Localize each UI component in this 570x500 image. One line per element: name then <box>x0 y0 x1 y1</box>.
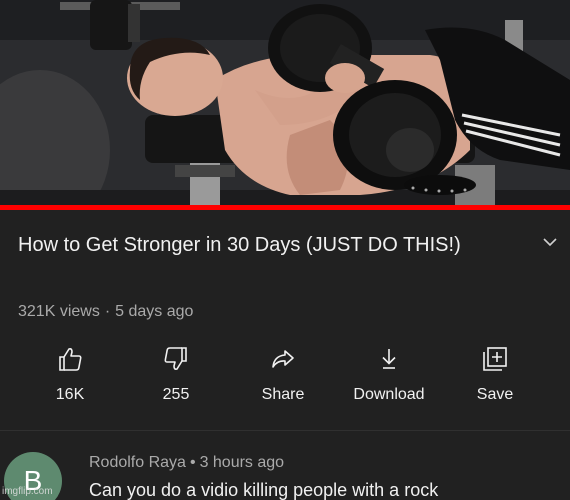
section-divider <box>0 430 570 431</box>
video-frame-image <box>0 0 570 210</box>
action-bar: 16K 255 Share Download Save <box>0 340 570 420</box>
thumbs-down-icon <box>164 347 187 370</box>
video-title: How to Get Stronger in 30 Days (JUST DO … <box>18 234 461 256</box>
comment-header: Rodolfo Raya • 3 hours ago <box>89 454 284 472</box>
dislike-button[interactable]: 255 <box>131 340 221 420</box>
video-progress-fill <box>0 205 570 210</box>
comment-timestamp: 3 hours ago <box>199 454 285 471</box>
save-label: Save <box>476 386 514 403</box>
thumbs-up-icon <box>59 348 82 371</box>
video-meta: 321K views · 5 days ago <box>18 303 193 321</box>
download-arrow-icon <box>382 349 396 369</box>
expand-description-chevron-icon[interactable] <box>539 231 561 253</box>
dislike-count: 255 <box>162 386 190 403</box>
comment-author-name[interactable]: Rodolfo Raya <box>89 454 186 471</box>
share-button[interactable]: Share <box>238 340 328 420</box>
comment-body[interactable]: Can you do a vidio killing people with a… <box>89 480 438 500</box>
video-watch-page: How to Get Stronger in 30 Days (JUST DO … <box>0 0 570 500</box>
download-button[interactable]: Download <box>344 340 434 420</box>
upload-age: 5 days ago <box>115 303 194 320</box>
like-count: 16K <box>55 386 85 403</box>
like-button[interactable]: 16K <box>25 340 115 420</box>
share-label: Share <box>261 386 305 403</box>
add-to-playlist-icon <box>483 347 507 371</box>
watermark: imgflip.com <box>2 486 53 497</box>
download-label: Download <box>353 386 425 403</box>
comment-separator: • <box>189 454 196 471</box>
view-count: 321K views <box>18 303 100 320</box>
share-arrow-icon <box>272 350 294 368</box>
save-button[interactable]: Save <box>450 340 540 420</box>
video-progress-bar[interactable] <box>0 205 570 210</box>
video-player[interactable] <box>0 0 570 210</box>
meta-separator: · <box>104 303 111 320</box>
